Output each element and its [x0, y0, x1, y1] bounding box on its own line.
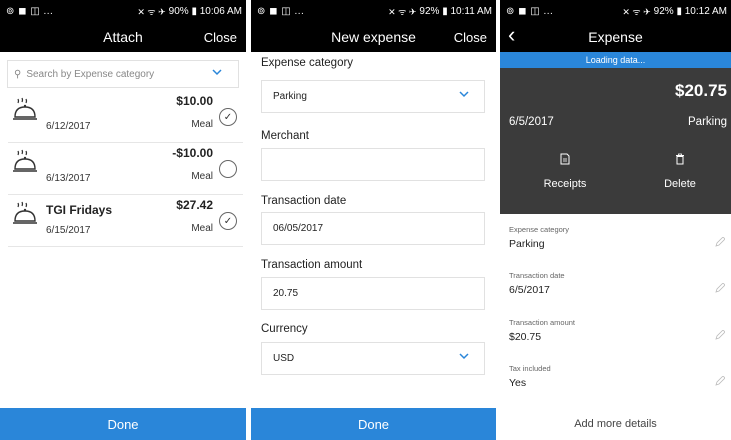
chevron-down-icon [459, 353, 469, 360]
transaction-row[interactable]: $10.00 6/12/2017 Meal ✓ [8, 91, 243, 143]
detail-value: 6/5/2017 [509, 284, 550, 296]
search-input[interactable]: ⚲ Search by Expense category [7, 60, 239, 88]
delete-label: Delete [664, 178, 696, 190]
detail-row[interactable]: Expense category Parking [509, 225, 727, 265]
detail-value: Parking [509, 238, 545, 250]
title-bar: Attach Close [0, 22, 246, 52]
chevron-down-icon [212, 69, 222, 76]
search-placeholder: Search by Expense category [26, 68, 155, 80]
detail-label: Transaction date [509, 271, 565, 280]
category: Meal [191, 223, 213, 234]
loading-banner: Loading data... [500, 52, 731, 68]
detail-value: Yes [509, 377, 527, 389]
meal-icon [13, 97, 37, 120]
title-bar: ‹ Expense [500, 22, 731, 52]
meal-icon [13, 201, 37, 224]
select-checkbox[interactable]: ✓ [219, 108, 237, 126]
transaction-date: 6/12/2017 [46, 121, 91, 132]
signal-icon: ✕ ᯤ ✈ [388, 6, 417, 17]
amount-label: Transaction amount [261, 259, 363, 271]
currency-value: USD [273, 353, 295, 364]
meal-icon [13, 149, 37, 172]
close-button[interactable]: Close [454, 30, 487, 45]
close-button[interactable]: Close [204, 30, 237, 45]
done-button[interactable]: Done [251, 408, 496, 440]
date-value: 06/05/2017 [273, 223, 324, 234]
receipt-icon [560, 153, 570, 165]
currency-select[interactable]: USD [261, 342, 485, 375]
date-field[interactable]: 06/05/2017 [261, 212, 485, 245]
status-right: 90% ▮ 10:06 AM [168, 5, 242, 17]
category-label: Expense category [261, 57, 354, 69]
expense-category: Parking [688, 116, 727, 128]
transaction-row[interactable]: -$10.00 6/13/2017 Meal [8, 143, 243, 195]
status-left: ⊚ ◼ ◫ ... [506, 5, 554, 17]
transaction-date: 6/15/2017 [46, 225, 91, 236]
expense-date: 6/5/2017 [509, 116, 554, 128]
detail-label: Tax included [509, 364, 551, 373]
status-bar: ⊚ ◼ ◫ ... ✕ ᯤ ✈ 92% ▮ 10:11 AM [251, 0, 496, 22]
delete-button[interactable]: Delete [635, 153, 725, 190]
amount: $10.00 [176, 94, 213, 108]
select-checkbox[interactable]: ✓ [219, 212, 237, 230]
detail-row[interactable]: Transaction date 6/5/2017 [509, 271, 727, 311]
pencil-icon [715, 330, 725, 340]
pencil-icon [715, 237, 725, 247]
signal-icon: ✕ ᯤ ✈ [137, 6, 166, 17]
detail-label: Transaction amount [509, 318, 576, 327]
expense-summary-card: $20.75 6/5/2017 Parking Receipts Delete [500, 68, 731, 214]
amount: $27.42 [176, 198, 213, 212]
category-select[interactable]: Parking [261, 80, 485, 113]
transaction-date: 6/13/2017 [46, 173, 91, 184]
status-left: ⊚ ◼ ◫ ... [257, 5, 305, 17]
title-bar: New expense Close [251, 22, 496, 52]
add-more-details-button[interactable]: Add more details [500, 418, 731, 430]
signal-icon: ✕ ᯤ ✈ [622, 6, 651, 17]
attach-screen: ⊚ ◼ ◫ ... ✕ ᯤ ✈ 90% ▮ 10:06 AM Attach Cl… [0, 0, 246, 440]
pencil-icon [715, 376, 725, 386]
chevron-down-icon [459, 91, 469, 98]
transaction-row[interactable]: TGI Fridays $27.42 6/15/2017 Meal ✓ [8, 195, 243, 247]
status-bar: ⊚ ◼ ◫ ... ✕ ᯤ ✈ 92% ▮ 10:12 AM [500, 0, 731, 22]
currency-label: Currency [261, 323, 308, 335]
trash-icon [676, 153, 684, 165]
new-expense-screen: ⊚ ◼ ◫ ... ✕ ᯤ ✈ 92% ▮ 10:11 AM New expen… [251, 0, 496, 440]
category: Meal [191, 119, 213, 130]
select-checkbox[interactable] [219, 160, 237, 178]
date-label: Transaction date [261, 195, 347, 207]
detail-label: Expense category [509, 225, 570, 234]
status-bar: ⊚ ◼ ◫ ... ✕ ᯤ ✈ 90% ▮ 10:06 AM [0, 0, 246, 22]
category-value: Parking [273, 91, 307, 102]
detail-row[interactable]: Transaction amount $20.75 [509, 318, 727, 358]
merchant-label: Merchant [261, 130, 309, 142]
amount-value: 20.75 [273, 288, 299, 299]
receipts-label: Receipts [543, 178, 587, 190]
status-right: 92% ▮ 10:11 AM [419, 5, 492, 17]
status-right: 92% ▮ 10:12 AM [653, 5, 727, 17]
amount-field[interactable]: 20.75 [261, 277, 485, 310]
receipts-button[interactable]: Receipts [520, 153, 610, 190]
pencil-icon [715, 283, 725, 293]
page-title: Expense [588, 29, 643, 45]
merchant-name: TGI Fridays [46, 203, 113, 217]
detail-value: $20.75 [509, 331, 542, 343]
expense-amount: $20.75 [675, 81, 727, 100]
done-button[interactable]: Done [0, 408, 246, 440]
status-left: ⊚ ◼ ◫ ... [6, 5, 54, 17]
category: Meal [191, 171, 213, 182]
detail-row[interactable]: Tax included Yes [509, 364, 727, 404]
expense-detail-screen: ⊚ ◼ ◫ ... ✕ ᯤ ✈ 92% ▮ 10:12 AM ‹ Expense… [500, 0, 731, 440]
amount: -$10.00 [172, 146, 213, 160]
search-icon: ⚲ [14, 68, 22, 80]
merchant-field[interactable] [261, 148, 485, 181]
